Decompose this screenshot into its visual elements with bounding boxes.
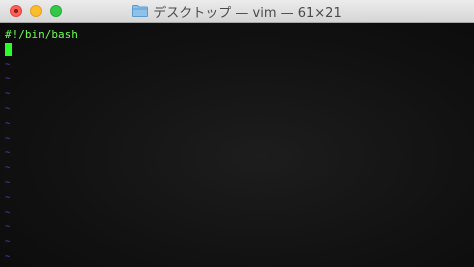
empty-line-marker: ~ (5, 222, 11, 233)
empty-line-marker: ~ (5, 59, 11, 70)
empty-line-marker: ~ (5, 118, 11, 129)
empty-line-marker: ~ (5, 133, 11, 144)
title-bar[interactable]: デスクトップ — vim — 61×21 (0, 0, 474, 23)
empty-line-marker: ~ (5, 103, 11, 114)
terminal-window: デスクトップ — vim — 61×21 #!/bin/bash ~ ~ ~ ~… (0, 0, 474, 267)
window-title-container: デスクトップ — vim — 61×21 (0, 0, 474, 22)
editor-line-1: #!/bin/bash (5, 28, 78, 41)
empty-line-marker: ~ (5, 192, 11, 203)
vim-editor[interactable]: #!/bin/bash ~ ~ ~ ~ ~ ~ ~ ~ ~ ~ ~ ~ ~ ~ (0, 23, 474, 267)
folder-icon (132, 5, 149, 17)
empty-line-marker: ~ (5, 251, 11, 262)
empty-line-marker: ~ (5, 163, 11, 174)
editor-line-2 (5, 42, 474, 58)
empty-line-marker: ~ (5, 207, 11, 218)
empty-line-marker: ~ (5, 237, 11, 248)
text-cursor (5, 42, 12, 56)
empty-line-marker: ~ (5, 89, 11, 100)
empty-line-marker: ~ (5, 74, 11, 85)
window-title: デスクトップ — vim — 61×21 (153, 5, 342, 21)
empty-line-marker: ~ (5, 148, 11, 159)
empty-line-marker: ~ (5, 177, 11, 188)
